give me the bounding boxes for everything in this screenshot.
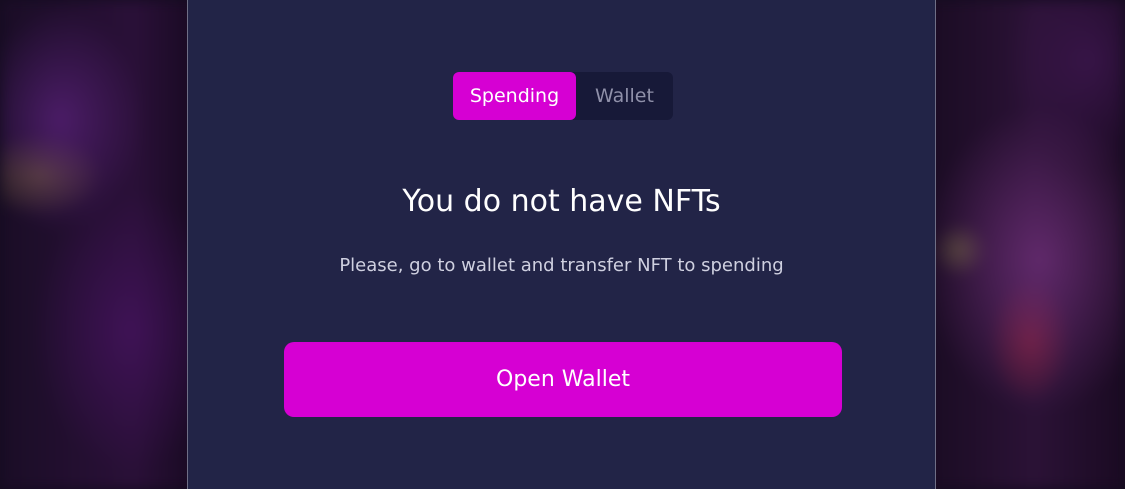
tab-wallet[interactable]: Wallet xyxy=(576,72,673,120)
empty-state-message: Please, go to wallet and transfer NFT to… xyxy=(339,255,784,276)
nft-panel: Spending Wallet You do not have NFTs Ple… xyxy=(187,0,936,489)
tab-spending-label: Spending xyxy=(469,85,560,107)
open-wallet-button-label: Open Wallet xyxy=(496,367,630,392)
tab-spending[interactable]: Spending xyxy=(453,72,576,120)
open-wallet-button[interactable]: Open Wallet xyxy=(284,342,842,417)
screen: Spending Wallet You do not have NFTs Ple… xyxy=(0,0,1125,489)
empty-state-title: You do not have NFTs xyxy=(402,184,721,219)
spending-wallet-toggle: Spending Wallet xyxy=(453,72,673,120)
tab-wallet-label: Wallet xyxy=(595,85,654,107)
